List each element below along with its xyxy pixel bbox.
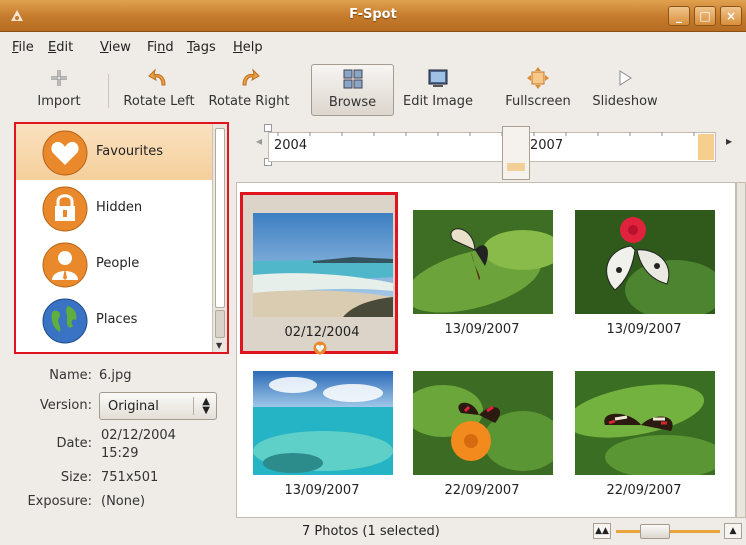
photo-thumbnail-butterfly-leaf — [413, 210, 553, 314]
tag-hidden[interactable]: Hidden — [16, 180, 212, 236]
tag-list-panel: Favourites Hidden People Places ▼ — [14, 122, 229, 354]
menu-find[interactable]: Find — [147, 40, 174, 55]
zoom-slider-knob[interactable] — [640, 524, 670, 539]
tag-favourites[interactable]: Favourites — [16, 124, 212, 180]
rotate-left-button[interactable]: Rotate Left — [118, 64, 200, 116]
zoom-in-icon[interactable]: ▲ — [724, 523, 742, 539]
tag-scroll-thumb[interactable] — [215, 310, 225, 338]
slideshow-button[interactable]: Slideshow — [588, 64, 662, 116]
menu-view[interactable]: View — [100, 40, 131, 55]
maximize-button[interactable]: □ — [694, 6, 716, 26]
photo-date-line1: 02/12/2004 — [101, 428, 176, 443]
photo-size: 751x501 — [101, 470, 159, 485]
tag-list: Favourites Hidden People Places — [16, 124, 212, 352]
photo-item-4[interactable]: 13/09/2007 — [243, 353, 401, 515]
timeline[interactable]: ◂ 2004 2007 ▸ — [252, 122, 746, 182]
person-icon — [42, 242, 88, 288]
globe-icon — [42, 298, 88, 344]
browse-grid-icon — [312, 65, 393, 93]
menu-edit[interactable]: Edit — [48, 40, 73, 55]
rotate-right-icon — [206, 64, 292, 92]
heart-icon — [42, 130, 88, 176]
photo-date: 22/09/2007 — [444, 483, 520, 498]
photo-date-line2: 15:29 — [101, 446, 139, 461]
photo-thumbnail-butterfly-green-leaf — [575, 371, 715, 475]
version-select[interactable]: Original ▲ ▼ — [99, 392, 217, 420]
spin-arrows-icon: ▲ ▼ — [202, 396, 210, 416]
menu-file[interactable]: File — [12, 40, 34, 55]
timeline-slider-handle[interactable] — [502, 126, 530, 180]
title-bar: F-Spot _ □ × — [0, 0, 746, 32]
photo-date: 13/09/2007 — [606, 322, 682, 337]
status-bar: 7 Photos (1 selected) ▲▲ ▲ — [0, 518, 746, 545]
status-text: 7 Photos (1 selected) — [302, 524, 440, 539]
photo-thumbnail-ocean-reef — [253, 371, 393, 475]
zoom-out-icon[interactable]: ▲▲ — [593, 523, 611, 539]
photo-date: 13/09/2007 — [284, 483, 360, 498]
photo-thumbnail-beach — [253, 213, 393, 317]
rotate-right-button[interactable]: Rotate Right — [206, 64, 292, 116]
window-title: F-Spot — [349, 7, 397, 22]
timeline-left-arrow-icon[interactable]: ◂ — [256, 134, 262, 148]
import-icon — [30, 64, 88, 92]
fullscreen-button[interactable]: Fullscreen — [500, 64, 576, 116]
menu-tags[interactable]: Tags — [187, 40, 216, 55]
photo-thumbnail-butterfly-orange-flower — [413, 371, 553, 475]
photo-name: 6.jpg — [99, 368, 132, 383]
timeline-ticks — [277, 132, 695, 136]
photo-date: 22/09/2007 — [606, 483, 682, 498]
menu-help[interactable]: Help — [233, 40, 263, 55]
timeline-end-marker — [698, 134, 714, 160]
photo-date: 02/12/2004 — [284, 325, 360, 340]
photo-exposure: (None) — [101, 494, 146, 509]
photo-grid-scrollbar[interactable] — [736, 182, 746, 518]
photo-thumbnail-butterfly-red-flower — [575, 210, 715, 314]
timeline-label-end: 2007 — [530, 138, 564, 153]
photo-grid: 02/12/2004 13/09/2007 13/09/2007 13/09/2… — [236, 182, 736, 518]
photo-item-5[interactable]: 22/09/2007 — [403, 353, 561, 515]
play-icon — [588, 64, 662, 92]
timeline-range-start-handle[interactable] — [264, 124, 272, 132]
photo-item-3[interactable]: 13/09/2007 — [565, 192, 723, 354]
tag-people[interactable]: People — [16, 236, 212, 292]
minimize-button[interactable]: _ — [668, 6, 690, 26]
close-button[interactable]: × — [720, 6, 742, 26]
photo-item-6[interactable]: 22/09/2007 — [565, 353, 723, 515]
toolbar: Import Rotate Left Rotate Right Browse E… — [0, 60, 746, 120]
fullscreen-icon — [500, 64, 576, 92]
rotate-left-icon — [118, 64, 200, 92]
photo-date: 13/09/2007 — [444, 322, 520, 337]
menu-bar: File Edit View Find Tags Help — [0, 32, 746, 60]
edit-image-button[interactable]: Edit Image — [400, 64, 476, 116]
edit-image-icon — [400, 64, 476, 92]
timeline-label-start: 2004 — [274, 138, 308, 153]
lock-icon — [42, 186, 88, 232]
photo-item-2[interactable]: 13/09/2007 — [403, 192, 561, 354]
browse-button[interactable]: Browse — [311, 64, 394, 116]
timeline-right-arrow-icon[interactable]: ▸ — [726, 134, 732, 148]
tag-places[interactable]: Places — [16, 292, 212, 348]
tag-list-scrollbar[interactable]: ▼ — [212, 124, 227, 352]
import-button[interactable]: Import — [30, 64, 88, 116]
photo-info-panel: Name: 6.jpg Version: Original ▲ ▼ Date: 0… — [0, 360, 232, 520]
scroll-down-arrow-icon[interactable]: ▼ — [216, 341, 222, 350]
photo-item-1[interactable]: 02/12/2004 — [240, 192, 398, 355]
